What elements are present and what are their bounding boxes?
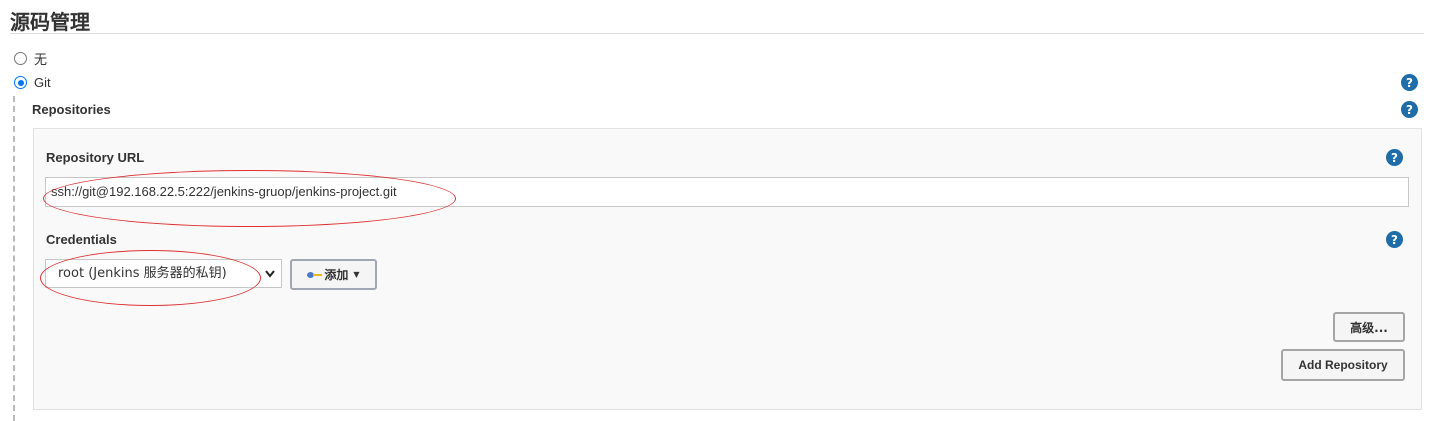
radio-none[interactable] <box>14 52 27 65</box>
credentials-selected-value: root (Jenkins 服务器的私钥) <box>58 266 227 281</box>
scm-none-label: 无 <box>34 52 48 67</box>
scm-option-git[interactable]: Git <box>14 75 51 90</box>
credentials-label: Credentials <box>46 232 117 247</box>
repositories-label: Repositories <box>32 102 111 117</box>
scm-git-label: Git <box>34 75 51 90</box>
advanced-button[interactable]: 高级... <box>1333 312 1405 342</box>
repository-url-input[interactable]: ssh://git@192.168.22.5:222/jenkins-gruop… <box>45 177 1409 207</box>
section-divider <box>10 33 1424 34</box>
radio-git[interactable] <box>14 76 27 89</box>
add-credentials-button[interactable]: 添加 ▼ <box>290 259 377 290</box>
help-icon-repository-url[interactable]: ? <box>1386 149 1403 166</box>
chevron-down-icon <box>264 260 276 297</box>
add-repository-button[interactable]: Add Repository <box>1281 349 1405 381</box>
add-credentials-label: 添加 <box>324 268 349 282</box>
git-section-guide <box>13 96 15 421</box>
scm-option-none[interactable]: 无 <box>14 49 47 68</box>
help-icon-git[interactable]: ? <box>1401 74 1418 91</box>
help-icon-credentials[interactable]: ? <box>1386 231 1403 248</box>
repository-url-label: Repository URL <box>46 150 145 165</box>
caret-down-icon: ▼ <box>353 270 360 279</box>
help-icon-repositories[interactable]: ? <box>1401 101 1418 118</box>
key-icon <box>307 271 323 279</box>
credentials-select[interactable]: root (Jenkins 服务器的私钥) <box>45 259 282 288</box>
section-title: 源码管理 <box>10 10 90 34</box>
